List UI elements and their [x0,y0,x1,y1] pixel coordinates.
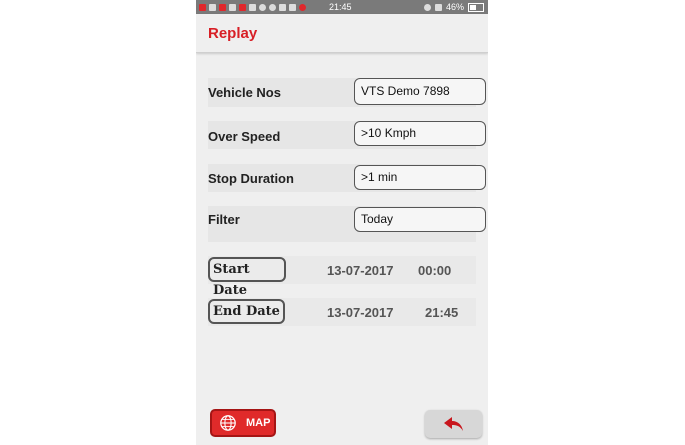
vehicle-label: Vehicle Nos [208,85,281,100]
status-icons-right: 46% [423,0,484,14]
stop-duration-label: Stop Duration [208,171,294,186]
signal-icon-2 [229,3,236,11]
whatsapp-icon [269,3,276,11]
stop-duration-row: Stop Duration >1 min [208,164,486,192]
app-icon [259,3,266,11]
filter-select[interactable]: Today [354,207,486,232]
start-time-value: 00:00 [418,263,452,278]
map-button-label: MAP [246,417,271,429]
over-speed-row: Over Speed >10 Kmph [208,121,486,149]
filter-row: Filter Today [208,206,486,242]
vehicle-row: Vehicle Nos VTS Demo 7898 [208,78,486,107]
page-title: Replay [208,25,258,42]
vehicle-select[interactable]: VTS Demo 7898 [354,78,486,105]
app-bar: Replay [196,14,488,53]
filter-label: Filter [208,212,240,227]
start-date-row: Start Date 13-07-2017 00:00 [208,256,476,298]
battery-percent: 46% [445,2,464,12]
end-time-value: 21:45 [425,305,459,320]
shield-icon [289,3,296,11]
status-time: 21:45 [329,2,352,12]
over-speed-label: Over Speed [208,129,281,144]
signal-icon [209,3,216,11]
call-icon [299,3,306,11]
end-date-row: End Date 13-07-2017 21:45 [208,298,476,326]
end-date-button[interactable]: End Date [208,299,285,324]
start-date-button[interactable]: Start Date [208,257,286,298]
stop-duration-select[interactable]: >1 min [354,165,486,190]
start-date-value: 13-07-2017 [327,263,394,278]
phone-screen: 21:45 46% Replay Vehicle Nos VTS Demo 78… [196,0,488,445]
status-icons-left [199,0,306,14]
over-speed-select[interactable]: >10 Kmph [354,121,486,146]
map-button[interactable]: MAP [210,409,276,437]
jio-icon-2 [219,3,226,11]
status-bar: 21:45 46% [196,0,488,14]
eye-icon [423,3,431,11]
notification-icon [239,3,246,11]
jio-icon [199,3,206,11]
back-button[interactable] [425,410,482,438]
signal-strength-icon [434,3,442,11]
end-date-value: 13-07-2017 [327,305,394,320]
battery-icon [468,2,484,12]
play-icon [249,3,256,11]
globe-icon [220,415,236,431]
check-icon [279,3,286,11]
back-arrow-icon [444,417,463,431]
